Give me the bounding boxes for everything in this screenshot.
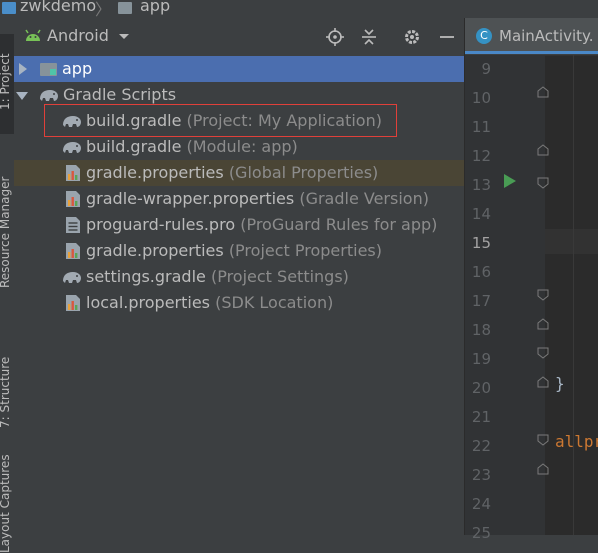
file-hint: (SDK Location) bbox=[215, 293, 334, 312]
tree-item-file[interactable]: local.properties (SDK Location) bbox=[14, 290, 464, 316]
line-number: 16 bbox=[471, 263, 491, 281]
indent-guide bbox=[573, 55, 574, 535]
file-hint: (Project Settings) bbox=[210, 267, 349, 286]
file-name: local.properties bbox=[86, 293, 211, 312]
text-file-icon bbox=[66, 217, 80, 233]
tree-item-label: app bbox=[62, 59, 93, 78]
file-hint: (Module: app) bbox=[186, 137, 298, 156]
editor-gutter: 9 10 11 12 13 14 15 16 17 18 19 20 21 22… bbox=[465, 55, 549, 542]
structure-tool-tab[interactable]: 7: Structure bbox=[0, 357, 12, 428]
highlight-box bbox=[44, 104, 397, 137]
project-tool-tab[interactable]: 1: Project bbox=[0, 53, 12, 110]
file-hint: (ProGuard Rules for app) bbox=[240, 215, 438, 234]
line-number: 13 bbox=[471, 176, 491, 194]
tree-item-file[interactable]: build.gradle (Module: app) bbox=[14, 134, 464, 160]
tree-item-label: Gradle Scripts bbox=[63, 85, 177, 104]
line-number: 21 bbox=[471, 408, 491, 426]
chevron-right-icon[interactable] bbox=[18, 63, 28, 75]
code-line-22[interactable]: allpr bbox=[555, 432, 598, 451]
chevron-down-icon[interactable] bbox=[16, 91, 28, 101]
line-number: 23 bbox=[471, 466, 491, 484]
code-line-20[interactable]: } bbox=[555, 374, 565, 393]
breadcrumb-module[interactable]: app bbox=[140, 0, 170, 15]
tree-item-app[interactable]: app bbox=[14, 56, 464, 82]
line-number: 20 bbox=[471, 379, 491, 397]
line-number: 12 bbox=[471, 147, 491, 165]
line-number: 25 bbox=[471, 524, 491, 542]
tool-window-strip: 1: Project Resource Manager 7: Structure… bbox=[0, 18, 15, 553]
properties-icon bbox=[66, 243, 80, 259]
minimize-icon[interactable] bbox=[438, 28, 456, 46]
file-name: proguard-rules.pro bbox=[86, 215, 236, 234]
tree-item-file[interactable]: gradle.properties (Project Properties) bbox=[14, 238, 464, 264]
fold-marker-icon[interactable] bbox=[537, 289, 549, 301]
current-line-highlight bbox=[545, 229, 598, 254]
fold-marker-icon[interactable] bbox=[537, 347, 549, 359]
locate-icon[interactable] bbox=[326, 28, 344, 46]
line-number: 14 bbox=[471, 205, 491, 223]
tree-item-file[interactable]: gradle-wrapper.properties (Gradle Versio… bbox=[14, 186, 464, 212]
editor-area: C MainActivity. 9 10 11 12 13 14 15 16 1… bbox=[465, 18, 598, 542]
module-folder-icon bbox=[118, 2, 132, 14]
line-number: 10 bbox=[471, 89, 491, 107]
module-folder-dot bbox=[50, 69, 56, 75]
android-icon bbox=[25, 29, 41, 41]
layout-captures-tool-tab[interactable]: Layout Captures bbox=[0, 454, 12, 553]
collapse-all-icon[interactable] bbox=[360, 28, 378, 46]
line-number: 19 bbox=[471, 350, 491, 368]
file-name: build.gradle bbox=[86, 137, 182, 156]
fold-marker-icon[interactable] bbox=[537, 434, 549, 446]
fold-marker-icon[interactable] bbox=[537, 318, 549, 330]
editor-tab-label: MainActivity. bbox=[499, 27, 594, 45]
tree-item-file[interactable]: gradle.properties (Global Properties) bbox=[14, 160, 464, 186]
fold-marker-icon[interactable] bbox=[537, 177, 549, 189]
fold-marker-icon[interactable] bbox=[537, 86, 549, 98]
gradle-elephant-icon bbox=[63, 142, 81, 153]
folder-icon bbox=[2, 2, 16, 14]
file-hint: (Global Properties) bbox=[228, 163, 379, 182]
project-panel-header: Android bbox=[14, 18, 464, 56]
fold-marker-icon[interactable] bbox=[537, 144, 549, 156]
gradle-elephant-icon bbox=[40, 90, 58, 101]
project-view-selector[interactable]: Android bbox=[47, 26, 109, 45]
file-name: gradle-wrapper.properties bbox=[86, 189, 295, 208]
file-name: gradle.properties bbox=[86, 241, 224, 260]
chevron-down-icon[interactable] bbox=[118, 33, 130, 41]
editor-tab-mainactivity[interactable]: C MainActivity. bbox=[465, 18, 598, 54]
line-number: 18 bbox=[471, 321, 491, 339]
line-number: 22 bbox=[471, 437, 491, 455]
project-tree: app Gradle Scripts build.gradle (Project… bbox=[14, 55, 464, 535]
breadcrumb: zwkdemo 〉 app bbox=[0, 0, 598, 19]
fold-marker-icon[interactable] bbox=[537, 376, 549, 388]
file-name: settings.gradle bbox=[86, 267, 206, 286]
run-arrow-icon[interactable] bbox=[503, 173, 517, 189]
line-number: 15 bbox=[471, 234, 491, 252]
resource-manager-tool-tab[interactable]: Resource Manager bbox=[0, 177, 12, 288]
file-name: gradle.properties bbox=[86, 163, 224, 182]
class-icon: C bbox=[476, 28, 492, 44]
breadcrumb-project[interactable]: zwkdemo bbox=[20, 0, 96, 15]
gear-icon[interactable] bbox=[403, 28, 421, 46]
properties-icon bbox=[66, 165, 80, 181]
properties-icon bbox=[66, 191, 80, 207]
gradle-elephant-icon bbox=[63, 272, 81, 283]
line-number: 24 bbox=[471, 495, 491, 513]
fold-marker-icon[interactable] bbox=[537, 463, 549, 475]
file-hint: (Gradle Version) bbox=[299, 189, 429, 208]
line-number: 9 bbox=[481, 60, 491, 78]
tree-item-file[interactable]: settings.gradle (Project Settings) bbox=[14, 264, 464, 290]
line-number: 11 bbox=[471, 118, 491, 136]
line-number: 17 bbox=[471, 292, 491, 310]
tree-item-file[interactable]: proguard-rules.pro (ProGuard Rules for a… bbox=[14, 212, 464, 238]
file-hint: (Project Properties) bbox=[228, 241, 382, 260]
breadcrumb-separator: 〉 bbox=[95, 0, 112, 19]
editor-tab-bar: C MainActivity. bbox=[465, 18, 598, 56]
properties-icon bbox=[66, 295, 80, 311]
